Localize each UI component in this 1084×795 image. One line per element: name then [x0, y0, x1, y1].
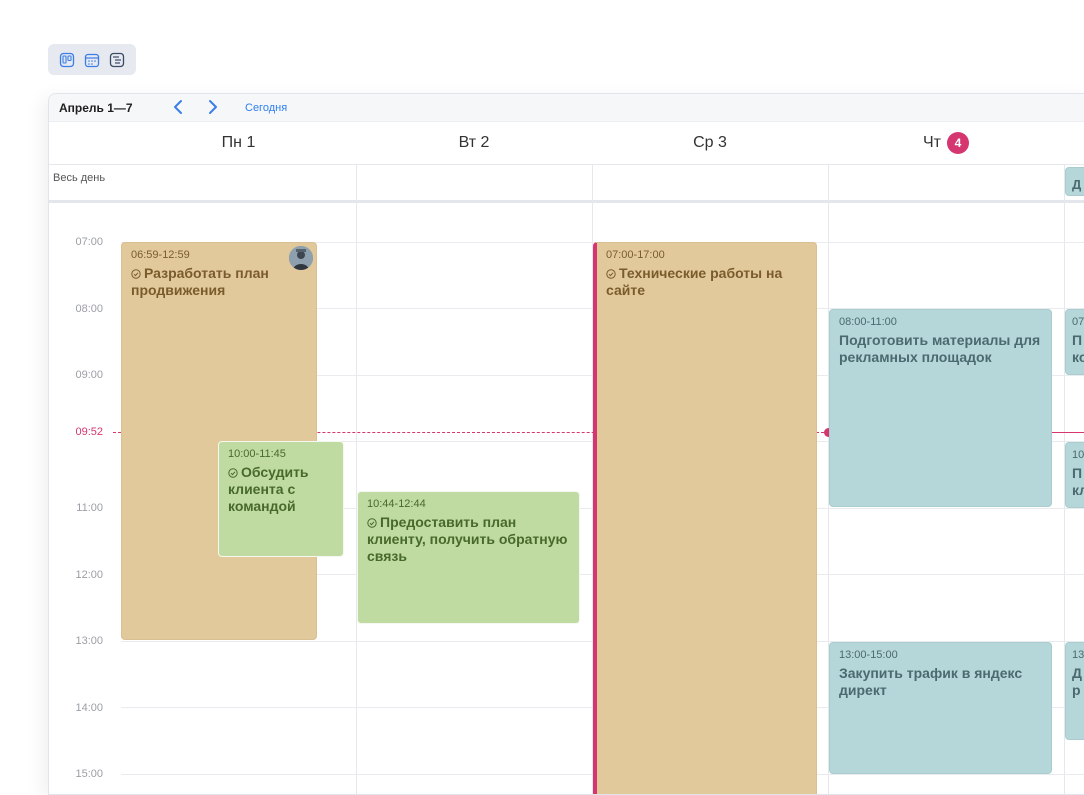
hour-label: 11:00	[76, 502, 103, 514]
all-day-event-fri[interactable]: Д	[1065, 167, 1084, 196]
assignee-avatar[interactable]	[289, 246, 313, 270]
event-card[interactable]: 10:44-12:44 Предоставить план клиенту, п…	[357, 491, 580, 624]
next-week-icon[interactable]	[204, 97, 222, 117]
day-header-thu[interactable]: Чт 4	[828, 122, 1064, 164]
all-day-label: Весь день	[53, 172, 106, 184]
day-header-tue[interactable]: Вт 2	[356, 122, 592, 164]
event-card[interactable]: 13 Д р	[1065, 642, 1084, 740]
day-header-mon[interactable]: Пн 1	[121, 122, 356, 164]
current-time-label: 09:52	[75, 426, 103, 438]
today-date-badge: 4	[947, 132, 969, 154]
hour-label: 15:00	[75, 768, 103, 780]
date-range-label: Апрель 1—7	[59, 101, 133, 115]
hour-label: 08:00	[75, 303, 103, 315]
previous-week-icon[interactable]	[169, 97, 187, 117]
check-circle-icon	[131, 269, 141, 279]
all-day-row[interactable]	[49, 164, 1084, 203]
event-card[interactable]: 08:00-11:00 Подготовить материалы для ре…	[829, 309, 1052, 507]
check-circle-icon	[367, 518, 377, 528]
event-card[interactable]: 07:00-17:00 Технические работы на сайте	[593, 242, 817, 794]
hour-label: 13:00	[75, 635, 103, 647]
hour-label: 07:00	[75, 236, 103, 248]
hour-label: 12:00	[75, 569, 103, 581]
hour-label: 09:00	[75, 369, 103, 381]
calendar-view-icon[interactable]	[82, 50, 102, 70]
check-circle-icon	[228, 468, 238, 478]
board-view-icon[interactable]	[57, 50, 77, 70]
event-card[interactable]: 10:00-11:45 Обсудить клиента с командой	[218, 441, 344, 557]
today-link[interactable]: Сегодня	[245, 102, 287, 114]
event-card[interactable]: 10 П кл	[1065, 442, 1084, 508]
view-switcher	[48, 44, 136, 75]
event-card[interactable]: 13:00-15:00 Закупить трафик в яндекс дир…	[829, 642, 1052, 774]
list-view-icon[interactable]	[107, 50, 127, 70]
day-header-wed[interactable]: Ср 3	[592, 122, 828, 164]
hour-label: 14:00	[75, 702, 103, 714]
column-divider	[356, 164, 357, 794]
calendar-toolbar: Апрель 1—7 Сегодня	[49, 94, 1084, 122]
check-circle-icon	[606, 269, 616, 279]
week-calendar: Апрель 1—7 Сегодня Пн 1 Вт 2 Ср 3 Чт 4 В…	[48, 93, 1084, 795]
event-card[interactable]: 07 П ко	[1065, 309, 1084, 375]
